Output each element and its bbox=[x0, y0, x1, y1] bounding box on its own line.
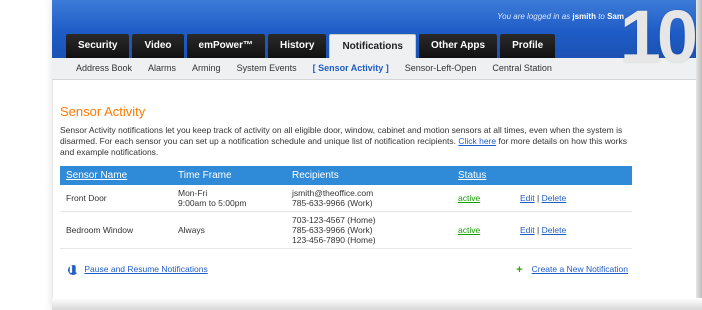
page-title: Sensor Activity bbox=[60, 104, 146, 119]
login-prefix: You are logged in as bbox=[497, 12, 573, 21]
right-shadow bbox=[696, 0, 702, 310]
tab-empower[interactable]: emPower™ bbox=[186, 34, 265, 58]
tab-notifications[interactable]: Notifications bbox=[329, 34, 416, 58]
delete-link[interactable]: Delete bbox=[542, 193, 567, 203]
pause-resume-link[interactable]: Pause and Resume Notifications bbox=[84, 264, 207, 274]
subnav-sensor-activity[interactable]: [ Sensor Activity ] bbox=[313, 63, 389, 73]
subnav-address-book[interactable]: Address Book bbox=[76, 63, 132, 73]
table-header-row: Sensor Name Time Frame Recipients Status bbox=[60, 166, 632, 185]
subnav-central-station[interactable]: Central Station bbox=[492, 63, 552, 73]
main-content: Sensor Activity Sensor Activity notifica… bbox=[60, 104, 640, 166]
status-toggle-link[interactable]: active bbox=[458, 225, 480, 235]
sensor-activity-table: Sensor Name Time Frame Recipients Status… bbox=[60, 166, 632, 249]
table-row: Front Door Mon-Fri 9:00am to 5:00pm jsmi… bbox=[60, 185, 632, 212]
sensor-name-cell: Front Door bbox=[60, 185, 172, 212]
plus-icon: + bbox=[516, 263, 523, 276]
recipients-cell: 703-123-4567 (Home) 785-633-9966 (Work) … bbox=[286, 211, 452, 249]
recipient-line-1: 703-123-4567 (Home) bbox=[292, 215, 376, 225]
action-separator: | bbox=[537, 193, 540, 203]
subnav-sensor-left-open[interactable]: Sensor-Left-Open bbox=[405, 63, 477, 73]
recipient-line-3: 123-456-7890 (Home) bbox=[292, 235, 376, 245]
time-frame-line-2: 9:00am to 5:00pm bbox=[178, 198, 247, 208]
bottom-shadow bbox=[52, 298, 702, 310]
actions-cell: Edit | Delete bbox=[514, 185, 632, 212]
sensor-name-cell: Bedroom Window bbox=[60, 211, 172, 249]
tab-profile[interactable]: Profile bbox=[500, 34, 556, 58]
action-separator: | bbox=[537, 225, 540, 235]
header-recipients: Recipients bbox=[292, 170, 339, 181]
header-sensor-name[interactable]: Sensor Name bbox=[60, 166, 172, 185]
overlay-number: 10 bbox=[619, 0, 698, 78]
click-here-link[interactable]: Click here bbox=[458, 136, 496, 146]
recipients-cell: jsmith@theoffice.com 785-633-9966 (Work) bbox=[286, 185, 452, 212]
pause-resume-section: ❚❚ Pause and Resume Notifications bbox=[68, 264, 208, 275]
pause-icon: ❚❚ bbox=[68, 264, 80, 275]
tab-history[interactable]: History bbox=[267, 34, 327, 58]
status-toggle-link[interactable]: active bbox=[458, 193, 480, 203]
time-frame-line-1: Always bbox=[178, 225, 205, 235]
edit-link[interactable]: Edit bbox=[520, 225, 535, 235]
status-cell: active bbox=[452, 185, 514, 212]
edit-link[interactable]: Edit bbox=[520, 193, 535, 203]
header-status[interactable]: Status bbox=[452, 166, 514, 185]
delete-link[interactable]: Delete bbox=[542, 225, 567, 235]
footer-actions: ❚❚ Pause and Resume Notifications + Crea… bbox=[68, 264, 628, 275]
time-frame-line-1: Mon-Fri bbox=[178, 188, 208, 198]
main-tabs: Security Video emPower™ History Notifica… bbox=[66, 34, 556, 58]
subnav-bar: Address Book Alarms Arming System Events… bbox=[52, 58, 702, 80]
login-status: You are logged in as jsmith to Sam bbox=[497, 12, 624, 21]
table-row: Bedroom Window Always 703-123-4567 (Home… bbox=[60, 211, 632, 249]
time-frame-cell: Mon-Fri 9:00am to 5:00pm bbox=[172, 185, 286, 212]
tab-other-apps[interactable]: Other Apps bbox=[419, 34, 498, 58]
recipient-line-2: 785-633-9966 (Work) bbox=[292, 198, 373, 208]
recipient-line-2: 785-633-9966 (Work) bbox=[292, 225, 373, 235]
login-user: jsmith bbox=[572, 12, 596, 21]
create-notification-link[interactable]: Create a New Notification bbox=[532, 264, 628, 274]
tab-security[interactable]: Security bbox=[66, 34, 130, 58]
tab-video[interactable]: Video bbox=[132, 34, 184, 58]
time-frame-cell: Always bbox=[172, 211, 286, 249]
recipient-line-1: jsmith@theoffice.com bbox=[292, 188, 374, 198]
status-cell: active bbox=[452, 211, 514, 249]
subnav-items: Address Book Alarms Arming System Events… bbox=[76, 63, 552, 73]
subnav-alarms[interactable]: Alarms bbox=[148, 63, 176, 73]
header-actions bbox=[514, 166, 632, 185]
subnav-system-events[interactable]: System Events bbox=[237, 63, 297, 73]
create-notification-section: + Create a New Notification bbox=[516, 264, 628, 275]
login-suffix: to bbox=[595, 12, 608, 21]
subnav-arming[interactable]: Arming bbox=[192, 63, 221, 73]
header-time-frame: Time Frame bbox=[178, 170, 232, 181]
actions-cell: Edit | Delete bbox=[514, 211, 632, 249]
page-description: Sensor Activity notifications let you ke… bbox=[60, 125, 635, 158]
